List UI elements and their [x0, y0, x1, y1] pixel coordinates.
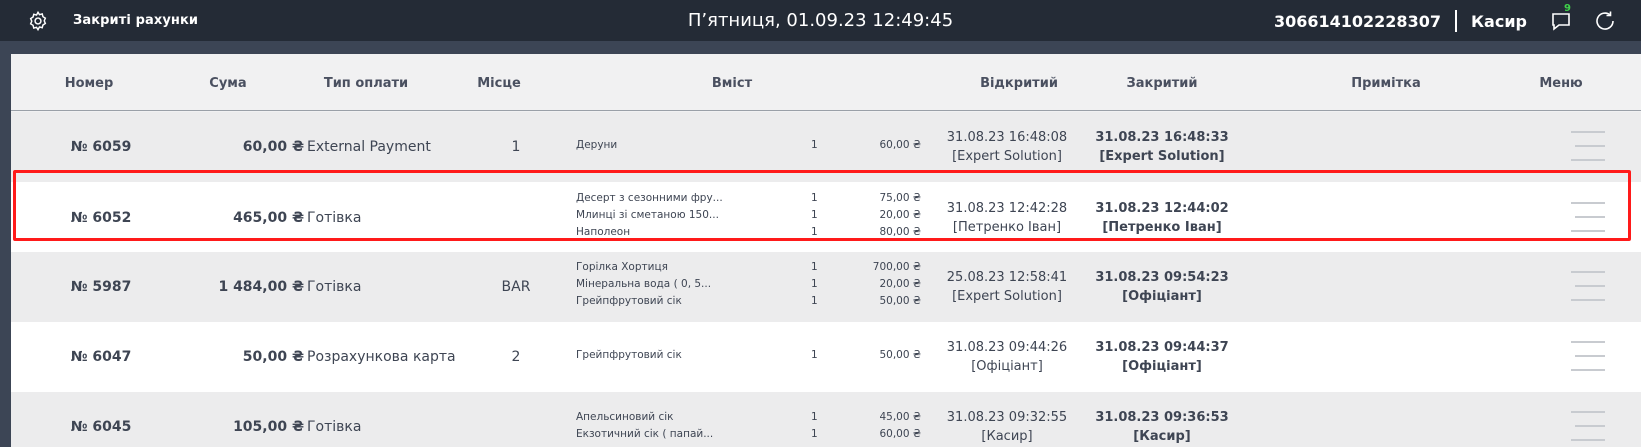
bill-number: № 6045: [70, 419, 132, 435]
row-menu-icon[interactable]: [1571, 202, 1605, 232]
header-payment[interactable]: Тип оплати: [324, 76, 408, 91]
item-name: Десерт з сезонними фру...: [576, 192, 723, 204]
screen-title: Закриті рахунки: [73, 13, 199, 28]
item-name: Горілка Хортиця: [576, 261, 668, 273]
payment-type: Готівка: [307, 279, 362, 295]
bill-sum: 50,00 ₴: [242, 349, 304, 365]
table-row[interactable]: № 6045 105,00 ₴ Готівка Апельсиновий сік…: [11, 392, 1641, 447]
item-qty: 1: [811, 428, 818, 440]
item-name: Грейпфрутовий сік: [576, 349, 682, 361]
closed-cell: 31.08.23 09:44:37 [Офіціант]: [1062, 338, 1262, 376]
bill-sum: 60,00 ₴: [242, 139, 304, 155]
user-role[interactable]: Касир: [1471, 12, 1527, 31]
chat-button[interactable]: 9: [1549, 3, 1573, 33]
closed-cell: 31.08.23 12:44:02 [Петренко Іван]: [1062, 199, 1262, 237]
item-name: Млинці зі сметаною 150...: [576, 209, 719, 221]
chat-badge: 9: [1564, 3, 1571, 14]
bill-number: № 5987: [70, 279, 132, 295]
closed-time: 31.08.23 09:44:37: [1095, 340, 1229, 355]
header-menu[interactable]: Меню: [1539, 76, 1582, 91]
item-qty: 1: [811, 192, 818, 204]
item-qty: 1: [811, 209, 818, 221]
terminal-code: 306614102228307: [1273, 11, 1441, 31]
header-closed[interactable]: Закритий: [1127, 76, 1198, 91]
item-name: Екзотичний сік ( папай...: [576, 428, 714, 440]
table-header: Номер Сума Тип оплати Місце Вміст Відкри…: [11, 54, 1641, 111]
closed-by: [Касир]: [1133, 429, 1191, 444]
gear-icon[interactable]: [27, 10, 49, 32]
closed-time: 31.08.23 12:44:02: [1095, 201, 1229, 216]
row-menu-icon[interactable]: [1571, 341, 1605, 371]
closed-by: [Петренко Іван]: [1102, 220, 1222, 235]
header-content[interactable]: Вміст: [712, 76, 752, 91]
item-qty: 1: [811, 261, 818, 273]
payment-type: Готівка: [307, 210, 362, 226]
row-menu-icon[interactable]: [1571, 271, 1605, 301]
closed-cell: 31.08.23 09:54:23 [Офіціант]: [1062, 268, 1262, 306]
payment-type: Розрахункова карта: [307, 349, 456, 365]
closed-time: 31.08.23 09:36:53: [1095, 410, 1229, 425]
item-qty: 1: [811, 349, 818, 361]
bill-number: № 6059: [70, 139, 132, 155]
table-place: 2: [511, 349, 521, 365]
item-name: Апельсиновий сік: [576, 411, 674, 423]
closed-time: 31.08.23 16:48:33: [1095, 130, 1229, 145]
closed-cell: 31.08.23 09:36:53 [Касир]: [1062, 408, 1262, 446]
refresh-icon[interactable]: [1593, 9, 1617, 33]
closed-by: [Expert Solution]: [1099, 149, 1225, 164]
header-sum[interactable]: Сума: [209, 76, 246, 91]
item-qty: 1: [811, 226, 818, 238]
table-row[interactable]: № 6059 60,00 ₴ External Payment 1 Деруни…: [11, 112, 1641, 182]
closed-by: [Офіціант]: [1122, 289, 1202, 304]
item-name: Грейпфрутовий сік: [576, 295, 682, 307]
topbar-right: 306614102228307 Касир 9: [1273, 3, 1617, 34]
bill-number: № 6047: [70, 349, 132, 365]
bill-sum: 465,00 ₴: [233, 210, 304, 226]
table-place: 1: [511, 139, 521, 155]
row-menu-icon[interactable]: [1571, 131, 1605, 161]
closed-time: 31.08.23 09:54:23: [1095, 270, 1229, 285]
closed-bills-panel: Номер Сума Тип оплати Місце Вміст Відкри…: [11, 54, 1641, 447]
item-name: Наполеон: [576, 226, 631, 238]
table-row[interactable]: № 6047 50,00 ₴ Розрахункова карта 2 Грей…: [11, 322, 1641, 392]
item-qty: 1: [811, 295, 818, 307]
bill-sum: 1 484,00 ₴: [218, 279, 304, 295]
header-opened[interactable]: Відкритий: [980, 76, 1058, 91]
header-place[interactable]: Місце: [477, 76, 521, 91]
bill-number: № 6052: [70, 210, 132, 226]
header-note[interactable]: Примітка: [1351, 76, 1421, 91]
item-name: Деруни: [576, 139, 618, 151]
table-place: BAR: [501, 279, 531, 295]
payment-type: External Payment: [307, 139, 431, 155]
item-qty: 1: [811, 139, 818, 151]
divider: [1454, 10, 1457, 32]
table-row[interactable]: № 5987 1 484,00 ₴ Готівка BAR Горілка Хо…: [11, 252, 1641, 322]
item-name: Мінеральна вода ( 0, 5...: [576, 278, 712, 290]
closed-cell: 31.08.23 16:48:33 [Expert Solution]: [1062, 128, 1262, 166]
bill-sum: 105,00 ₴: [233, 419, 304, 435]
row-menu-icon[interactable]: [1571, 411, 1605, 441]
closed-by: [Офіціант]: [1122, 359, 1202, 374]
payment-type: Готівка: [307, 419, 362, 435]
top-bar: Закриті рахунки П’ятниця, 01.09.23 12:49…: [0, 0, 1641, 41]
header-number[interactable]: Номер: [65, 76, 114, 91]
table-row[interactable]: № 6052 465,00 ₴ Готівка Десерт з сезонни…: [11, 182, 1641, 252]
item-qty: 1: [811, 278, 818, 290]
item-qty: 1: [811, 411, 818, 423]
